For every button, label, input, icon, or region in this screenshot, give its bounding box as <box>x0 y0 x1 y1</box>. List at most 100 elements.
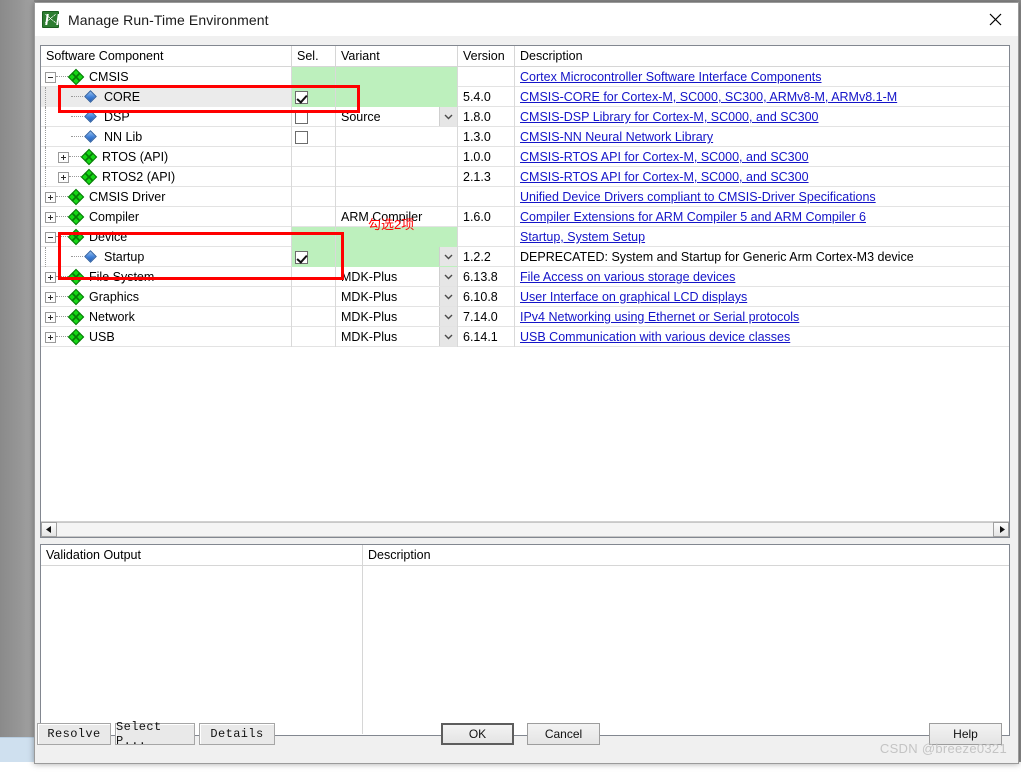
select-checkbox[interactable] <box>295 130 308 144</box>
tree-horizontal-scrollbar[interactable] <box>41 521 1009 537</box>
description-cell[interactable]: Compiler Extensions for ARM Compiler 5 a… <box>515 207 1009 227</box>
description-cell[interactable]: CMSIS-RTOS API for Cortex-M, SC000, and … <box>515 167 1009 187</box>
collapse-icon[interactable] <box>45 231 56 243</box>
tree-node-cmsis-driver[interactable]: CMSIS Driver <box>41 187 292 207</box>
description-link[interactable]: Unified Device Drivers compliant to CMSI… <box>520 190 876 204</box>
description-cell[interactable]: CMSIS-NN Neural Network Library <box>515 127 1009 147</box>
tree-node-compiler[interactable]: Compiler <box>41 207 292 227</box>
expand-icon[interactable] <box>45 311 56 323</box>
variant-cell[interactable]: MDK-Plus <box>336 267 458 287</box>
table-row[interactable]: CMSIS Cortex Microcontroller Software Int… <box>41 67 1009 87</box>
tree-node-cmsis[interactable]: CMSIS <box>41 67 292 87</box>
select-packs-button[interactable]: Select P... <box>115 720 195 748</box>
chevron-down-icon[interactable] <box>439 267 457 286</box>
sel-cell[interactable] <box>292 187 336 207</box>
expand-icon[interactable] <box>58 151 69 163</box>
column-header-software-component[interactable]: Software Component <box>41 46 292 67</box>
description-link[interactable]: USB Communication with various device cl… <box>520 330 790 344</box>
description-cell[interactable]: File Access on various storage devices <box>515 267 1009 287</box>
description-cell[interactable]: User Interface on graphical LCD displays <box>515 287 1009 307</box>
description-link[interactable]: CMSIS-DSP Library for Cortex-M, SC000, a… <box>520 110 819 124</box>
variant-cell[interactable] <box>336 247 458 267</box>
column-header-sel[interactable]: Sel. <box>292 46 336 67</box>
sel-cell[interactable] <box>292 327 336 347</box>
select-checkbox[interactable] <box>295 110 308 124</box>
column-header-validation-output[interactable]: Validation Output <box>41 545 363 566</box>
description-cell[interactable]: Cortex Microcontroller Software Interfac… <box>515 67 1009 87</box>
sel-cell[interactable] <box>292 127 336 147</box>
tree-node-network[interactable]: Network <box>41 307 292 327</box>
table-row[interactable]: CMSIS Driver Unified Device Drivers compl… <box>41 187 1009 207</box>
sel-cell[interactable] <box>292 247 336 267</box>
tree-node-graphics[interactable]: Graphics <box>41 287 292 307</box>
description-link[interactable]: Cortex Microcontroller Software Interfac… <box>520 70 822 84</box>
description-link[interactable]: IPv4 Networking using Ethernet or Serial… <box>520 310 799 324</box>
sel-cell[interactable] <box>292 87 336 107</box>
validation-output-list[interactable] <box>41 566 363 734</box>
table-row[interactable]: Network MDK-Plus 7.14.0 IPv4 Networking usi… <box>41 307 1009 327</box>
chevron-down-icon[interactable] <box>439 107 457 126</box>
sel-cell[interactable] <box>292 287 336 307</box>
sel-cell[interactable] <box>292 107 336 127</box>
variant-cell[interactable] <box>336 227 458 247</box>
tree-node-file-system[interactable]: File System <box>41 267 292 287</box>
cancel-button[interactable]: Cancel <box>527 723 600 745</box>
table-row[interactable]: Graphics MDK-Plus 6.10.8 User Interface on … <box>41 287 1009 307</box>
description-link[interactable]: CMSIS-CORE for Cortex-M, SC000, SC300, A… <box>520 90 897 104</box>
column-header-description[interactable]: Description <box>515 46 1009 67</box>
tree-node-device[interactable]: Device <box>41 227 292 247</box>
sel-cell[interactable] <box>292 207 336 227</box>
validation-description-list[interactable] <box>363 566 1009 734</box>
variant-cell[interactable] <box>336 187 458 207</box>
sel-cell[interactable] <box>292 167 336 187</box>
table-row[interactable]: Compiler ARM Compiler 1.6.0 Compiler Extens… <box>41 207 1009 227</box>
description-link[interactable]: CMSIS-RTOS API for Cortex-M, SC000, and … <box>520 170 809 184</box>
arrow-left-icon[interactable] <box>41 522 57 537</box>
chevron-down-icon[interactable] <box>439 247 457 266</box>
variant-cell[interactable] <box>336 127 458 147</box>
chevron-down-icon[interactable] <box>439 287 457 306</box>
tree-node-rtos-api[interactable]: RTOS (API) <box>41 147 292 167</box>
variant-cell[interactable]: MDK-Plus <box>336 327 458 347</box>
variant-cell[interactable]: ARM Compiler <box>336 207 458 227</box>
sel-cell[interactable] <box>292 67 336 87</box>
tree-node-usb[interactable]: USB <box>41 327 292 347</box>
resolve-button[interactable]: Resolve <box>37 723 111 745</box>
description-link[interactable]: CMSIS-RTOS API for Cortex-M, SC000, and … <box>520 150 809 164</box>
sel-cell[interactable] <box>292 307 336 327</box>
close-icon[interactable] <box>972 3 1018 35</box>
select-checkbox[interactable] <box>295 250 308 264</box>
select-checkbox[interactable] <box>295 90 308 104</box>
description-link[interactable]: Compiler Extensions for ARM Compiler 5 a… <box>520 210 866 224</box>
table-row[interactable]: NN Lib 1.3.0 CMSIS-NN Neural Network Libra… <box>41 127 1009 147</box>
scroll-thumb[interactable] <box>57 523 993 536</box>
variant-cell[interactable]: MDK-Plus <box>336 287 458 307</box>
arrow-right-icon[interactable] <box>993 522 1009 537</box>
tree-node-rtos2-api[interactable]: RTOS2 (API) <box>41 167 292 187</box>
column-header-validation-description[interactable]: Description <box>363 545 1009 566</box>
sel-cell[interactable] <box>292 227 336 247</box>
description-cell[interactable]: Startup, System Setup <box>515 227 1009 247</box>
description-cell[interactable]: Unified Device Drivers compliant to CMSI… <box>515 187 1009 207</box>
chevron-down-icon[interactable] <box>439 327 457 346</box>
scroll-track[interactable] <box>57 522 993 537</box>
details-button[interactable]: Details <box>199 723 275 745</box>
ok-button[interactable]: OK <box>441 723 514 745</box>
table-row[interactable]: CORE 5.4.0 CMSIS-CORE for Cortex-M, SC000,… <box>41 87 1009 107</box>
variant-cell[interactable] <box>336 67 458 87</box>
tree-node-core[interactable]: CORE <box>41 87 292 107</box>
description-link[interactable]: User Interface on graphical LCD displays <box>520 290 747 304</box>
expand-icon[interactable] <box>58 171 69 183</box>
table-row[interactable]: Device Startup, System Setup <box>41 227 1009 247</box>
expand-icon[interactable] <box>45 271 56 283</box>
variant-cell[interactable] <box>336 87 458 107</box>
variant-cell[interactable] <box>336 167 458 187</box>
description-cell[interactable]: CMSIS-CORE for Cortex-M, SC000, SC300, A… <box>515 87 1009 107</box>
expand-icon[interactable] <box>45 191 56 203</box>
sel-cell[interactable] <box>292 267 336 287</box>
variant-cell[interactable]: Source <box>336 107 458 127</box>
sel-cell[interactable] <box>292 147 336 167</box>
expand-icon[interactable] <box>45 211 56 223</box>
column-header-version[interactable]: Version <box>458 46 515 67</box>
description-cell[interactable]: CMSIS-RTOS API for Cortex-M, SC000, and … <box>515 147 1009 167</box>
